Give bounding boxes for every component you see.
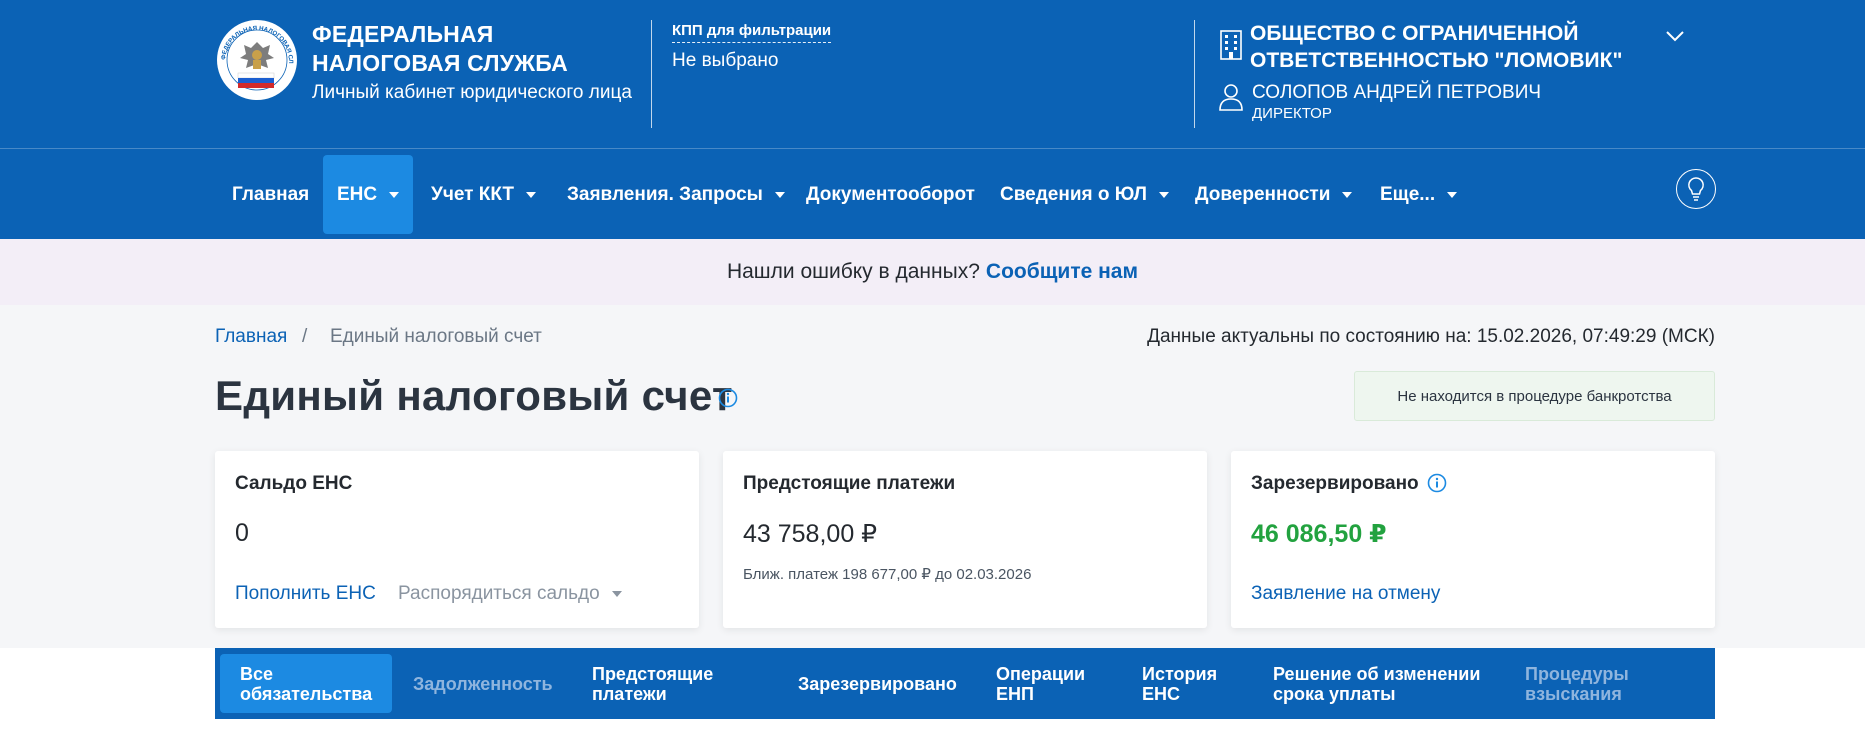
main-nav: Главная ЕНС Учет ККТ Заявления. Запросы … — [0, 148, 1865, 239]
nav-item-more[interactable]: Еще... — [1364, 155, 1473, 234]
top-up-ens-link[interactable]: Пополнить ЕНС — [235, 583, 376, 605]
tab-label: ЕНП — [996, 683, 1034, 704]
balance-value: 0 — [235, 519, 249, 547]
brand-subtitle: Личный кабинет юридического лица — [312, 82, 632, 103]
nav-item-label: Заявления. Запросы — [567, 183, 763, 205]
report-error-link[interactable]: Сообщите нам — [986, 260, 1138, 284]
chevron-down-icon[interactable] — [1664, 26, 1686, 46]
bankruptcy-status-badge: Не находится в процедуре банкротства — [1354, 371, 1715, 421]
banner-text: Нашли ошибку в данных? — [726, 260, 980, 283]
header: ФЕДЕРАЛЬНАЯ НАЛОГОВАЯ СЛУЖБА ФЕДЕРАЛЬНАЯ… — [0, 0, 1865, 148]
tab-label: Процедуры — [1525, 663, 1629, 684]
tab-label: Все — [240, 663, 274, 684]
cancel-application-link[interactable]: Заявление на отмену — [1251, 583, 1440, 605]
tab-ens-history[interactable]: История ЕНС — [1142, 654, 1217, 713]
building-icon — [1220, 30, 1242, 60]
manage-balance-label: Распорядиться сальдо — [398, 583, 600, 604]
tab-reserved[interactable]: Зарезервировано — [798, 654, 957, 713]
nav-item-label: ЕНС — [336, 183, 378, 205]
organization-name: ОБЩЕСТВО С ОГРАНИЧЕННОЙ ОТВЕТСТВЕННОСТЬЮ… — [1250, 22, 1623, 72]
error-report-banner: Нашли ошибку в данных? Сообщите нам — [0, 239, 1865, 305]
tab-upcoming-payments[interactable]: Предстоящие платежи — [592, 654, 713, 713]
tab-label: Зарезервировано — [798, 673, 957, 694]
nav-item-ens[interactable]: ЕНС — [323, 155, 413, 234]
caret-down-icon — [526, 191, 537, 198]
info-icon[interactable] — [1427, 473, 1447, 493]
card-title: Зарезервировано — [1251, 473, 1419, 494]
kpp-filter-toggle[interactable]: КПП для фильтрации — [672, 22, 832, 43]
tab-label: платежи — [592, 683, 667, 704]
nav-item-company-info[interactable]: Сведения о ЮЛ — [984, 155, 1185, 234]
user-icon — [1219, 84, 1243, 111]
card-title: Сальдо ЕНС — [235, 473, 353, 494]
nav-item-label: Доверенности — [1195, 183, 1331, 205]
tab-label: Операции — [996, 663, 1086, 684]
page-title: Единый налоговый счет — [215, 372, 733, 419]
nav-item-label: Документооборот — [806, 183, 975, 205]
tab-enp-operations[interactable]: Операции ЕНП — [996, 654, 1085, 713]
user-role: ДИРЕКТОР — [1252, 105, 1332, 122]
info-icon[interactable] — [718, 388, 738, 408]
tab-label: Задолженность — [413, 673, 553, 694]
caret-down-icon — [1158, 191, 1169, 198]
header-divider — [651, 20, 652, 128]
next-payment-note: Ближ. платеж 198 677,00 ₽ до 02.03.2026 — [743, 566, 1032, 583]
nav-item-applications[interactable]: Заявления. Запросы — [551, 155, 801, 234]
breadcrumb-current: Единый налоговый счет — [330, 326, 542, 347]
caret-down-icon — [389, 191, 400, 198]
fns-emblem-logo[interactable]: ФЕДЕРАЛЬНАЯ НАЛОГОВАЯ СЛУЖБА — [216, 18, 298, 102]
nav-item-label: Сведения о ЮЛ — [1000, 183, 1147, 205]
nav-item-home[interactable]: Главная — [216, 155, 325, 234]
caret-down-icon — [611, 590, 622, 597]
tab-label: обязательства — [240, 683, 373, 704]
tab-label: Решение об изменении — [1273, 663, 1481, 684]
tab-payment-deadline-change[interactable]: Решение об изменении срока уплаты — [1273, 654, 1480, 713]
nav-item-powers-of-attorney[interactable]: Доверенности — [1179, 155, 1368, 234]
lightbulb-icon[interactable] — [1676, 169, 1716, 209]
kpp-filter-value: Не выбрано — [672, 50, 779, 71]
tab-label: Предстоящие — [592, 663, 714, 684]
lightbulb-icon — [1688, 177, 1704, 201]
brand-title: ФЕДЕРАЛЬНАЯ НАЛОГОВАЯ СЛУЖБА — [312, 21, 568, 76]
reserved-card: Зарезервировано 46 086,50 ₽ Заявление на… — [1231, 451, 1715, 628]
caret-down-icon — [1342, 191, 1353, 198]
obligations-tabs: Все обязательства Задолженность Предстоящ… — [215, 648, 1715, 719]
caret-down-icon — [1447, 191, 1458, 198]
nav-item-kkt[interactable]: Учет ККТ — [415, 155, 552, 234]
nav-item-label: Еще... — [1380, 183, 1436, 205]
data-updated-timestamp: Данные актуальны по состоянию на: 15.02.… — [1147, 326, 1715, 347]
upcoming-payments-card: Предстоящие платежи 43 758,00 ₽ Ближ. пл… — [723, 451, 1207, 628]
tab-collection-procedures[interactable]: Процедуры взыскания — [1525, 654, 1629, 713]
breadcrumb-separator: / — [302, 326, 308, 347]
upcoming-payments-value: 43 758,00 ₽ — [743, 520, 878, 548]
tab-all-obligations[interactable]: Все обязательства — [220, 654, 393, 713]
header-divider — [1194, 20, 1195, 128]
tab-label: ЕНС — [1142, 683, 1181, 704]
tab-debt[interactable]: Задолженность — [413, 654, 553, 713]
caret-down-icon — [774, 191, 785, 198]
manage-balance-dropdown[interactable]: Распорядиться сальдо — [398, 583, 622, 605]
tab-label: срока уплаты — [1273, 683, 1396, 704]
nav-item-documents[interactable]: Документооборот — [790, 155, 991, 234]
reserved-value: 46 086,50 ₽ — [1251, 520, 1387, 548]
breadcrumb-home-link[interactable]: Главная — [215, 326, 287, 348]
nav-item-label: Учет ККТ — [431, 183, 515, 205]
balance-card: Сальдо ЕНС 0 Пополнить ЕНС Распорядиться… — [215, 451, 699, 628]
tab-label: История — [1142, 663, 1218, 684]
tab-label: взыскания — [1525, 683, 1622, 704]
card-title: Предстоящие платежи — [743, 473, 956, 494]
user-name: СОЛОПОВ АНДРЕЙ ПЕТРОВИЧ — [1252, 82, 1542, 103]
nav-item-label: Главная — [232, 183, 310, 205]
